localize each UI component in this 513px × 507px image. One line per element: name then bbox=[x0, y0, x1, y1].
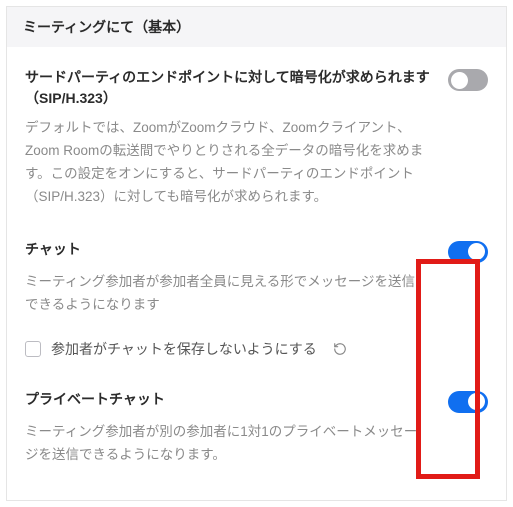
chat-suboption-label: 参加者がチャットを保存しないようにする bbox=[51, 339, 317, 359]
toggle-knob bbox=[451, 72, 468, 89]
chat-title: チャット bbox=[25, 239, 438, 260]
setting-private-chat: プライベートチャット ミーティング参加者が別の参加者に1対1のプライベートメッセ… bbox=[25, 389, 488, 467]
toggle-knob bbox=[468, 243, 485, 260]
chat-save-prevent-checkbox[interactable] bbox=[25, 341, 41, 357]
settings-area: サードパーティのエンドポイントに対して暗号化が求められます（SIP/H.323）… bbox=[7, 47, 506, 467]
chat-desc: ミーティング参加者が参加者全員に見える形でメッセージを送信できるようになります bbox=[25, 271, 488, 317]
setting-chat: チャット ミーティング参加者が参加者全員に見える形でメッセージを送信できるように… bbox=[25, 239, 488, 359]
encryption-desc: デフォルトでは、ZoomがZoomクラウド、Zoomクライアント、Zoom Ro… bbox=[25, 117, 488, 209]
private-chat-title: プライベートチャット bbox=[25, 389, 438, 410]
setting-row: サードパーティのエンドポイントに対して暗号化が求められます（SIP/H.323） bbox=[25, 67, 488, 109]
chat-toggle[interactable] bbox=[448, 241, 488, 263]
private-chat-toggle[interactable] bbox=[448, 391, 488, 413]
private-chat-desc: ミーティング参加者が別の参加者に1対1のプライベートメッセージを送信できるように… bbox=[25, 421, 488, 467]
section-header: ミーティングにて（基本） bbox=[7, 7, 506, 47]
encryption-title: サードパーティのエンドポイントに対して暗号化が求められます（SIP/H.323） bbox=[25, 67, 438, 109]
setting-row: プライベートチャット bbox=[25, 389, 488, 413]
toggle-knob bbox=[468, 393, 485, 410]
setting-row: チャット bbox=[25, 239, 488, 263]
encryption-toggle[interactable] bbox=[448, 69, 488, 91]
setting-encryption: サードパーティのエンドポイントに対して暗号化が求められます（SIP/H.323）… bbox=[25, 67, 488, 209]
chat-suboption-row: 参加者がチャットを保存しないようにする bbox=[25, 339, 488, 359]
settings-panel: ミーティングにて（基本） サードパーティのエンドポイントに対して暗号化が求められ… bbox=[6, 6, 507, 501]
reset-icon[interactable] bbox=[331, 340, 349, 358]
